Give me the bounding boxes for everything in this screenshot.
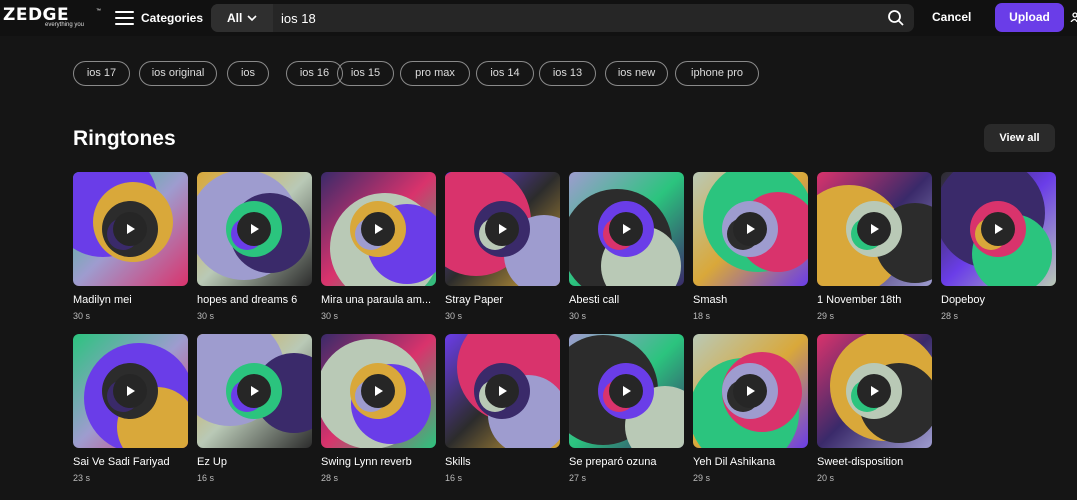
ringtone-title: Stray Paper [445, 294, 504, 306]
ringtone-duration: 30 s [73, 311, 91, 321]
ringtone-duration: 28 s [321, 473, 339, 483]
ringtone-duration: 28 s [941, 311, 959, 321]
ringtone-card[interactable]: Ez Up 16 s [197, 334, 312, 489]
ringtone-title: Yeh Dil Ashikana [693, 456, 776, 468]
play-icon[interactable] [361, 374, 395, 408]
ringtone-card[interactable]: hopes and dreams 6 30 s [197, 172, 312, 327]
ringtone-card[interactable]: Swing Lynn reverb 28 s [321, 334, 436, 489]
ringtone-card[interactable]: 1 November 18th 29 s [817, 172, 932, 327]
play-icon[interactable] [485, 374, 519, 408]
ringtone-card[interactable]: Se preparó ozuna 27 s [569, 334, 684, 489]
tag-chip[interactable]: ios new [605, 61, 668, 86]
ringtone-card[interactable]: Sai Ve Sadi Fariyad 23 s [73, 334, 188, 489]
zedge-logo[interactable]: ZEDGE ™ everything you [3, 6, 101, 30]
user-icon[interactable] [1070, 12, 1077, 22]
ringtone-duration: 30 s [321, 311, 339, 321]
tag-chip[interactable]: ios 15 [337, 61, 394, 86]
play-icon[interactable] [237, 374, 271, 408]
play-icon[interactable] [113, 374, 147, 408]
tag-chip[interactable]: pro max [400, 61, 470, 86]
filter-label: All [227, 11, 243, 25]
play-icon[interactable] [733, 374, 767, 408]
play-icon[interactable] [733, 212, 767, 246]
hamburger-icon [115, 10, 134, 25]
ringtone-duration: 16 s [445, 473, 463, 483]
play-icon[interactable] [485, 212, 519, 246]
cancel-button[interactable]: Cancel [932, 10, 971, 24]
ringtone-title: Mira una paraula am... [321, 294, 432, 306]
play-icon[interactable] [981, 212, 1015, 246]
ringtone-duration: 20 s [817, 473, 835, 483]
play-icon[interactable] [113, 212, 147, 246]
tag-chip[interactable]: iphone pro [675, 61, 759, 86]
ringtone-title: Ez Up [197, 456, 227, 468]
ringtone-duration: 23 s [73, 473, 91, 483]
search-icon[interactable] [887, 9, 905, 27]
tag-chip[interactable]: ios 14 [476, 61, 534, 86]
tag-chip[interactable]: ios 17 [73, 61, 130, 86]
search-input[interactable] [273, 4, 873, 32]
logo-tagline: everything you [45, 22, 85, 28]
ringtone-card[interactable]: Skills 16 s [445, 334, 560, 489]
ringtone-title: hopes and dreams 6 [197, 294, 298, 306]
play-icon[interactable] [609, 212, 643, 246]
ringtone-card[interactable]: Smash 18 s [693, 172, 808, 327]
view-all-button[interactable]: View all [984, 124, 1055, 152]
logo-trademark: ™ [96, 8, 101, 14]
chevron-down-icon [247, 15, 257, 22]
ringtone-title: Madilyn mei [73, 294, 132, 306]
ringtone-card[interactable]: Stray Paper 30 s [445, 172, 560, 327]
ringtone-card[interactable]: Dopeboy 28 s [941, 172, 1056, 327]
ringtone-duration: 27 s [569, 473, 587, 483]
upload-button[interactable]: Upload [995, 3, 1064, 32]
play-icon[interactable] [361, 212, 395, 246]
play-icon[interactable] [857, 374, 891, 408]
categories-menu-button[interactable]: Categories [115, 9, 203, 27]
ringtone-card[interactable]: Yeh Dil Ashikana 29 s [693, 334, 808, 489]
ringtone-duration: 16 s [197, 473, 215, 483]
play-icon[interactable] [857, 212, 891, 246]
section-title: Ringtones [73, 127, 176, 150]
ringtone-duration: 29 s [693, 473, 711, 483]
categories-label: Categories [141, 11, 204, 25]
tag-chip[interactable]: ios [227, 61, 269, 86]
ringtone-duration: 30 s [197, 311, 215, 321]
ringtone-card[interactable]: Sweet-disposition 20 s [817, 334, 932, 489]
tag-chip[interactable]: ios original [139, 61, 217, 86]
tag-chip[interactable]: ios 13 [539, 61, 596, 86]
play-icon[interactable] [237, 212, 271, 246]
ringtone-duration: 30 s [445, 311, 463, 321]
tag-chip[interactable]: ios 16 [286, 61, 343, 86]
ringtone-card[interactable]: Abesti call 30 s [569, 172, 684, 327]
play-icon[interactable] [609, 374, 643, 408]
ringtone-title: Sai Ve Sadi Fariyad [73, 456, 170, 468]
ringtone-title: Se preparó ozuna [569, 456, 657, 468]
ringtone-title: Dopeboy [941, 294, 986, 306]
ringtone-title: Abesti call [569, 294, 620, 306]
search-bar: All [211, 4, 914, 32]
ringtone-duration: 30 s [569, 311, 587, 321]
ringtone-title: Swing Lynn reverb [321, 456, 412, 468]
ringtone-title: Skills [445, 456, 471, 468]
search-filter-dropdown[interactable]: All [211, 4, 273, 32]
ringtone-title: Smash [693, 294, 728, 306]
ringtone-title: 1 November 18th [817, 294, 902, 306]
ringtone-duration: 29 s [817, 311, 835, 321]
ringtone-card[interactable]: Madilyn mei 30 s [73, 172, 188, 327]
ringtone-duration: 18 s [693, 311, 711, 321]
ringtone-card[interactable]: Mira una paraula am... 30 s [321, 172, 436, 327]
ringtone-title: Sweet-disposition [817, 456, 904, 468]
top-bar: ZEDGE ™ everything you Categories All Ca… [0, 0, 1077, 36]
